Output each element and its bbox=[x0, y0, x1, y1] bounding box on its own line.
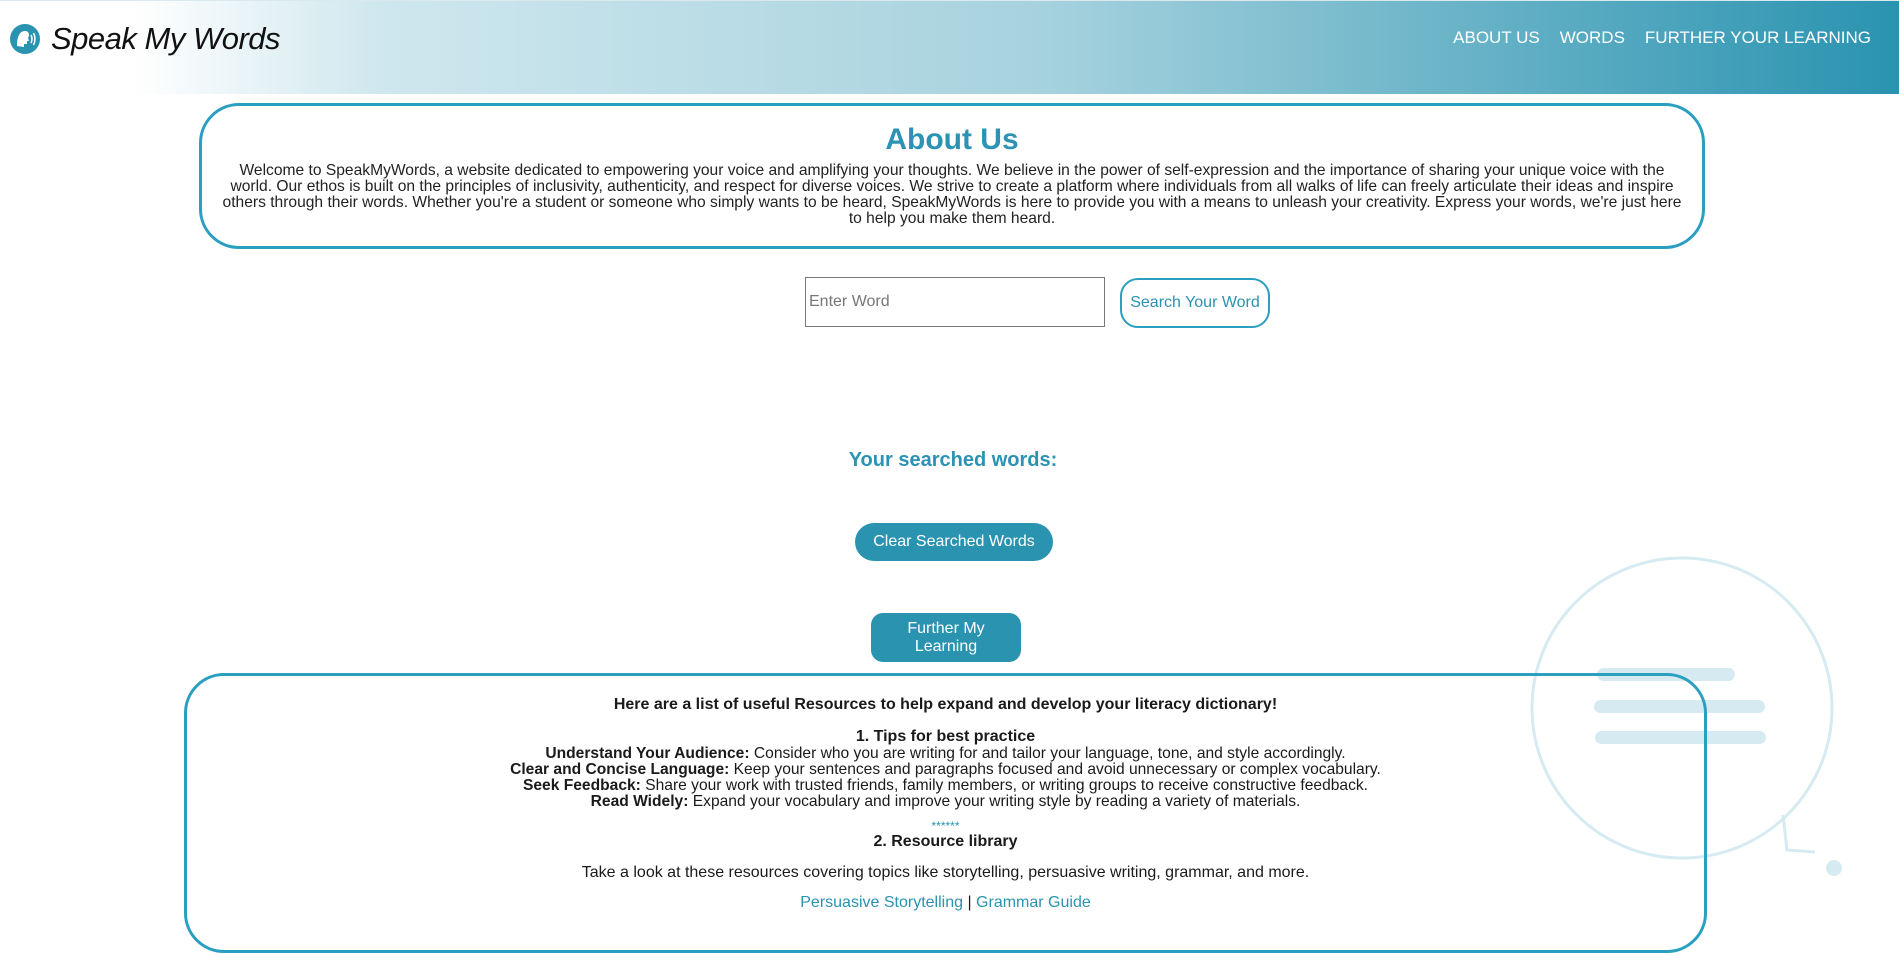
about-section: About Us Welcome to SpeakMyWords, a webs… bbox=[199, 103, 1705, 249]
grammar-guide-link[interactable]: Grammar Guide bbox=[976, 894, 1091, 911]
resource-links: Persuasive Storytelling | Grammar Guide bbox=[187, 894, 1704, 912]
tips-title: 1. Tips for best practice bbox=[855, 728, 1036, 745]
resource-library-title: 2. Resource library bbox=[873, 833, 1018, 850]
tip-label: Clear and Concise Language: bbox=[510, 761, 730, 778]
searched-words-title: Your searched words: bbox=[848, 449, 1058, 471]
resources-section: Here are a list of useful Resources to h… bbox=[184, 673, 1707, 953]
main-nav: ABOUT US WORDS FURTHER YOUR LEARNING bbox=[1453, 28, 1871, 48]
logo-text: Speak My Words bbox=[51, 21, 281, 56]
tip-item: Seek Feedback: Share your work with trus… bbox=[187, 778, 1704, 794]
tip-text: Consider who you are writing for and tai… bbox=[749, 745, 1346, 762]
tip-label: Read Widely: bbox=[590, 793, 689, 810]
tip-item: Understand Your Audience: Consider who y… bbox=[187, 746, 1704, 762]
tip-text: Share your work with trusted friends, fa… bbox=[640, 777, 1369, 794]
persuasive-storytelling-link[interactable]: Persuasive Storytelling bbox=[800, 894, 963, 911]
resources-intro: Here are a list of useful Resources to h… bbox=[613, 696, 1278, 713]
further-my-learning-button[interactable]: Further My Learning bbox=[871, 613, 1021, 662]
site-header: Speak My Words ABOUT US WORDS FURTHER YO… bbox=[0, 0, 1899, 94]
tip-text: Expand your vocabulary and improve your … bbox=[688, 793, 1301, 810]
tip-text: Keep your sentences and paragraphs focus… bbox=[729, 761, 1381, 778]
tip-item: Clear and Concise Language: Keep your se… bbox=[187, 762, 1704, 778]
about-body: Welcome to SpeakMyWords, a website dedic… bbox=[222, 162, 1682, 227]
logo[interactable]: Speak My Words bbox=[8, 19, 281, 59]
nav-further-your-learning[interactable]: FURTHER YOUR LEARNING bbox=[1645, 28, 1871, 48]
nav-words[interactable]: WORDS bbox=[1560, 28, 1625, 48]
tip-label: Understand Your Audience: bbox=[545, 745, 750, 762]
resource-library-description: Take a look at these resources covering … bbox=[581, 864, 1310, 881]
clear-searched-words-button[interactable]: Clear Searched Words bbox=[855, 523, 1053, 561]
about-title: About Us bbox=[885, 123, 1019, 156]
nav-about-us[interactable]: ABOUT US bbox=[1453, 28, 1540, 48]
search-word-button[interactable]: Search Your Word bbox=[1120, 278, 1270, 328]
tip-item: Read Widely: Expand your vocabulary and … bbox=[187, 794, 1704, 810]
speaking-head-icon bbox=[10, 24, 40, 54]
tip-label: Seek Feedback: bbox=[522, 777, 641, 794]
search-input[interactable] bbox=[805, 277, 1105, 327]
section-separator: ****** bbox=[931, 819, 960, 833]
link-separator: | bbox=[963, 894, 977, 911]
